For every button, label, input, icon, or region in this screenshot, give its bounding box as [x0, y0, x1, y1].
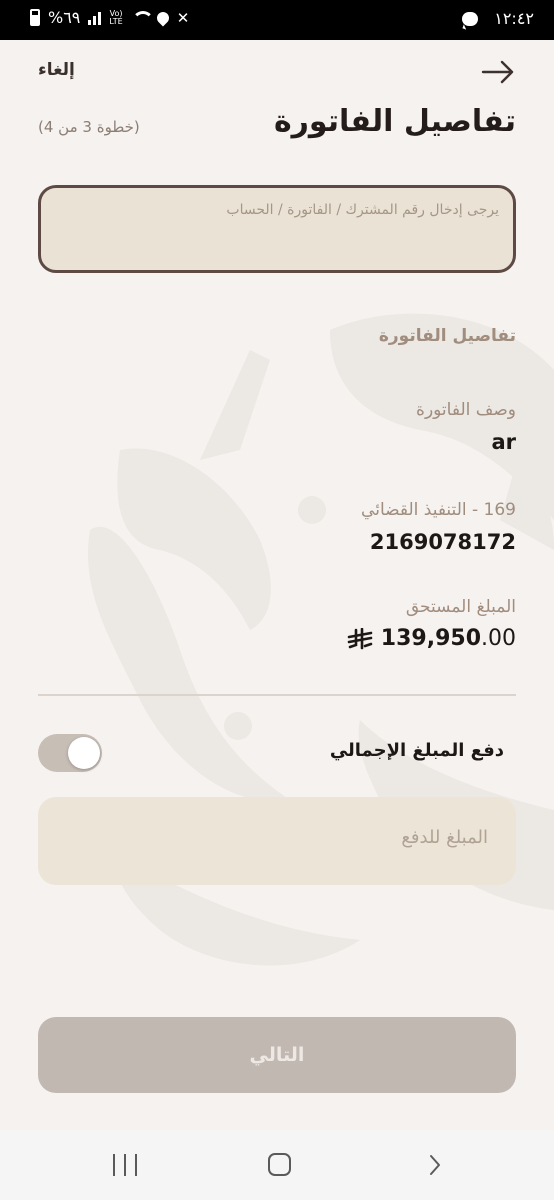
home-icon[interactable]: [268, 1153, 291, 1176]
status-time: ١٢:٤٢: [494, 9, 534, 28]
step-indicator: (خطوة 3 من 4): [38, 118, 140, 136]
amount-due-number: 139,950.00: [381, 626, 516, 651]
volte-icon: Vo) LTE: [109, 8, 123, 26]
payment-amount-input[interactable]: [58, 827, 488, 848]
biller-reference-value: 2169078172: [369, 530, 516, 554]
signal-icon: [88, 10, 102, 25]
recent-apps-icon[interactable]: [113, 1154, 137, 1176]
wifi-icon: [131, 10, 154, 25]
message-notification-icon: [462, 12, 478, 26]
pay-total-amount-label: دفع المبلغ الإجمالي: [329, 740, 504, 761]
next-button[interactable]: التالي: [38, 1017, 516, 1093]
chevron-back-icon[interactable]: [424, 1154, 446, 1176]
amount-due-decimal: .00: [481, 626, 516, 651]
account-number-input[interactable]: [55, 202, 499, 218]
status-bar: %٦٩ Vo) LTE ✕ ١٢:٤٢: [0, 0, 554, 40]
payment-amount-field[interactable]: [38, 797, 516, 885]
toggle-knob: [68, 737, 100, 769]
pay-total-toggle[interactable]: [38, 734, 102, 772]
status-icons-left: %٦٩ Vo) LTE ✕: [30, 8, 189, 27]
saudi-riyal-icon: [347, 627, 373, 649]
amount-due-integer: 139,950: [380, 626, 481, 651]
invoice-description-value: ar: [491, 430, 516, 454]
section-divider: [38, 694, 516, 696]
biller-label: 169 - التنفيذ القضائي: [361, 500, 516, 520]
cancel-button[interactable]: إلغاء: [38, 60, 75, 80]
system-navigation-bar: [0, 1130, 554, 1200]
page-title: تفاصيل الفاتورة: [273, 104, 516, 139]
arrow-right-icon: [481, 60, 514, 84]
amount-due-label: المبلغ المستحق: [405, 597, 516, 617]
mute-icon: ✕: [176, 8, 190, 27]
battery-percentage: %٦٩: [48, 8, 81, 27]
amount-due-value: 139,950.00: [347, 626, 516, 651]
invoice-details-section-title: تفاصيل الفاتورة: [378, 326, 516, 346]
location-icon: [154, 9, 172, 26]
back-arrow-button[interactable]: [478, 54, 518, 90]
invoice-description-label: وصف الفاتورة: [416, 400, 516, 420]
account-number-field[interactable]: [38, 185, 516, 273]
battery-icon: [30, 9, 40, 26]
